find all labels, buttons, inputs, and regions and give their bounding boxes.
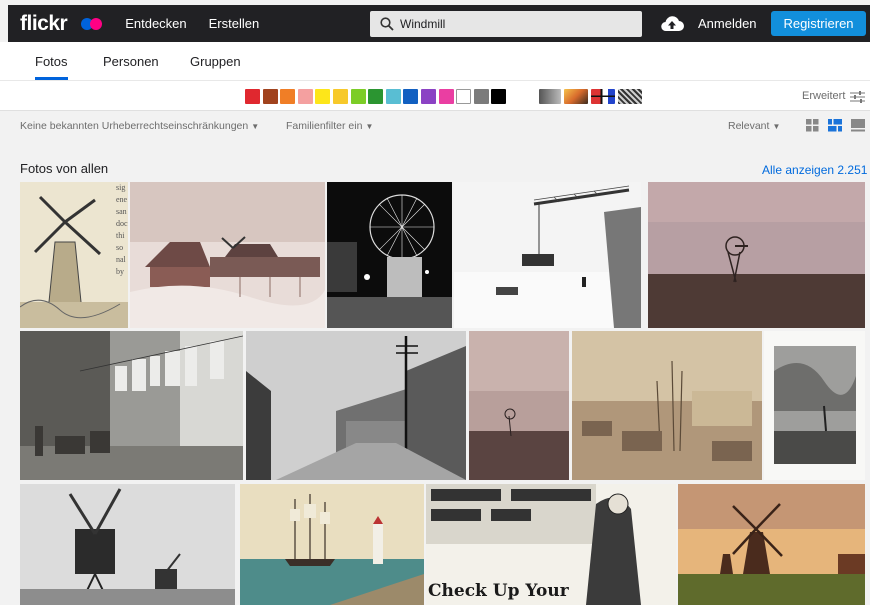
color-swatch[interactable] (262, 89, 278, 104)
nav-create-link[interactable]: Erstellen (209, 16, 260, 31)
license-filter-label: Keine bekannten Urheberrechtseinschränku… (20, 120, 249, 132)
chevron-down-icon: ▼ (365, 122, 374, 131)
photo-crane-snow[interactable] (454, 182, 641, 328)
advanced-link[interactable]: Erweitert (802, 90, 845, 102)
black-white-style-icon[interactable] (539, 89, 561, 104)
svg-text:san: san (116, 207, 127, 216)
color-swatch[interactable] (245, 89, 260, 104)
photo-dutch-windmills[interactable] (678, 484, 865, 605)
photo-ad-check-up[interactable]: Check Up Your (426, 484, 676, 605)
justified-view-icon[interactable] (828, 119, 842, 132)
photo-prairie-windmill[interactable] (648, 182, 865, 328)
svg-text:sig: sig (116, 183, 125, 192)
register-button[interactable]: Registrieren (771, 11, 866, 36)
photo-winter-farm[interactable] (130, 182, 325, 328)
photo-laundry-alley[interactable] (20, 331, 243, 480)
flickr-dots-icon[interactable] (81, 17, 103, 31)
family-filter-label: Familienfilter ein (286, 120, 363, 132)
tab-groups[interactable]: Gruppen (190, 54, 241, 69)
photo-windmill-engraving[interactable]: sig ene san doc thi so nal by (20, 182, 128, 328)
search-input[interactable] (400, 17, 630, 31)
sliders-icon[interactable] (850, 91, 865, 103)
svg-text:doc: doc (116, 219, 128, 228)
pattern-style-icon[interactable] (618, 89, 642, 104)
single-view-icon[interactable] (851, 119, 865, 132)
svg-text:thi: thi (116, 231, 125, 240)
search-box[interactable] (370, 11, 642, 37)
upload-cloud-icon[interactable] (660, 14, 684, 32)
photo-harbor-sailship[interactable] (240, 484, 424, 605)
photo-storm-painting[interactable] (764, 331, 865, 480)
svg-text:ene: ene (116, 195, 128, 204)
sort-label: Relevant (728, 120, 770, 132)
search-icon (380, 17, 394, 31)
minimalist-style-icon[interactable] (591, 89, 615, 104)
color-swatch[interactable] (385, 89, 401, 104)
see-all-link[interactable]: Alle anzeigen 2.251 (762, 163, 867, 177)
login-link[interactable]: Anmelden (698, 16, 757, 31)
color-swatch[interactable] (491, 89, 507, 104)
color-swatch[interactable] (297, 89, 313, 104)
color-swatch[interactable] (368, 89, 384, 104)
color-filter-bar: Erweitert (0, 80, 870, 111)
color-swatch[interactable] (473, 89, 489, 104)
nav-explore-link[interactable]: Entdecken (125, 16, 186, 31)
license-filter-dropdown[interactable]: Keine bekannten Urheberrechtseinschränku… (20, 120, 259, 132)
top-navigation-bar: flickr Entdecken Erstellen Anmelden Regi… (8, 5, 870, 42)
color-swatch[interactable] (333, 89, 348, 104)
family-filter-dropdown[interactable]: Familienfilter ein ▼ (286, 120, 373, 132)
search-tabs: Fotos Personen Gruppen (0, 42, 870, 80)
photo-old-street[interactable] (246, 331, 466, 480)
section-title: Fotos von allen (20, 161, 109, 176)
grid-view-icon[interactable] (806, 119, 819, 132)
flickr-logo[interactable]: flickr (20, 12, 68, 36)
tab-people[interactable]: Personen (103, 54, 159, 69)
color-swatch[interactable] (280, 89, 296, 104)
photo-lone-windmill[interactable] (469, 331, 569, 480)
svg-text:nal: nal (116, 255, 127, 264)
chevron-down-icon: ▼ (772, 122, 781, 131)
color-swatch[interactable] (315, 89, 331, 104)
color-swatch[interactable] (350, 89, 366, 104)
sort-dropdown[interactable]: Relevant ▼ (728, 120, 780, 132)
photo-night-ferris-wheel[interactable] (327, 182, 452, 328)
color-swatch[interactable] (421, 89, 436, 104)
svg-text:by: by (116, 267, 124, 276)
photo-ruined-town[interactable] (572, 331, 762, 480)
photo-post-mill[interactable] (20, 484, 235, 605)
color-swatch[interactable] (438, 89, 454, 104)
filter-bar: Keine bekannten Urheberrechtseinschränku… (0, 112, 870, 142)
color-swatch[interactable] (456, 89, 472, 104)
tab-photos[interactable]: Fotos (35, 54, 68, 80)
shallow-depth-style-icon[interactable] (564, 89, 588, 104)
chevron-down-icon: ▼ (251, 122, 260, 131)
svg-text:so: so (116, 243, 123, 252)
color-swatch[interactable] (403, 89, 419, 104)
ad-headline: Check Up Your (428, 581, 570, 601)
